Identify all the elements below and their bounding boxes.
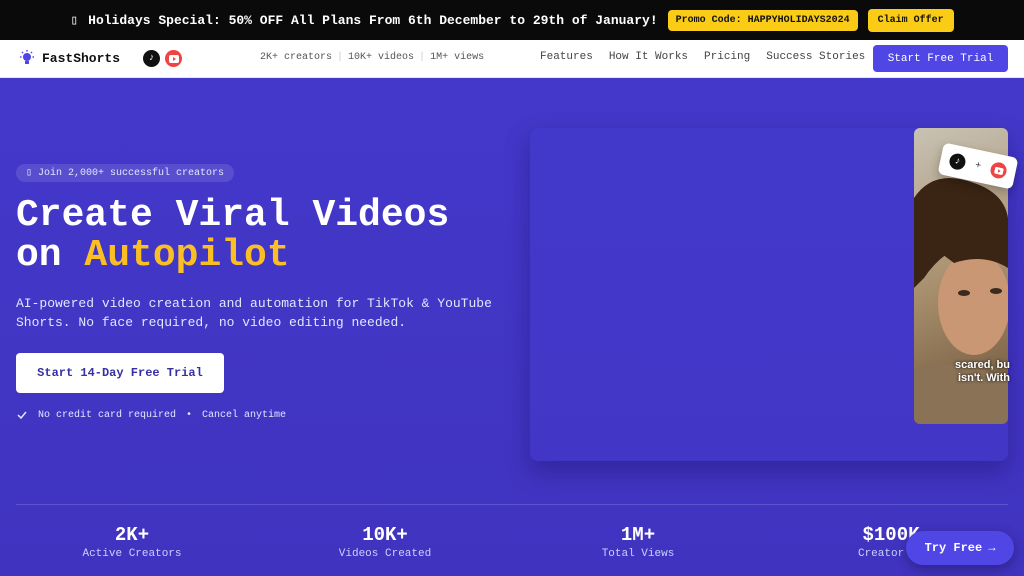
- hero-title-accent: Autopilot: [84, 234, 290, 277]
- stat-videos: 10K+ Videos Created: [269, 524, 501, 560]
- hero-section: ▯ Join 2,000+ successful creators Create…: [0, 78, 1024, 576]
- platform-icons: ♪: [143, 50, 182, 67]
- trial-meta: No credit card required • Cancel anytime: [16, 409, 286, 421]
- nav-links: Features How It Works Pricing Success St…: [540, 51, 865, 63]
- stat-label: Active Creators: [82, 548, 182, 560]
- stat-creators: 2K+ Active Creators: [16, 524, 248, 560]
- video-caption: scared, bu isn't. With: [944, 359, 1010, 385]
- nav-link-features[interactable]: Features: [540, 51, 593, 63]
- stat-value: 1M+: [620, 524, 656, 546]
- hero-subtitle: AI-powered video creation and automation…: [16, 296, 492, 330]
- try-free-button[interactable]: Try Free →: [906, 531, 1014, 565]
- plus-sign: +: [973, 159, 983, 173]
- youtube-icon: [165, 50, 182, 67]
- badge-text: Join 2,000+ successful creators: [38, 167, 225, 179]
- bulb-logo-icon: [20, 50, 34, 64]
- cancel-anytime-text: Cancel anytime: [202, 409, 287, 421]
- stat-value: 10K+: [362, 524, 408, 546]
- nav-stat-videos: 10K+ videos: [348, 52, 415, 63]
- meta-separator: •: [186, 409, 193, 421]
- caption-line2: isn't. With: [957, 372, 1010, 384]
- hero-title: Create Viral Videos on Autopilot: [16, 196, 516, 276]
- nav-link-how-it-works[interactable]: How It Works: [609, 51, 688, 63]
- brand-name: FastShorts: [42, 50, 121, 66]
- start-trial-button[interactable]: Start 14-Day Free Trial: [16, 353, 224, 393]
- caption-line1: scared, bu: [954, 359, 1010, 371]
- hero-title-line1: Create Viral Videos: [16, 194, 450, 237]
- nav-stat-views: 1M+ views: [430, 52, 485, 63]
- stat-views: 1M+ Total Views: [522, 524, 754, 560]
- hero-title-prefix: on: [16, 234, 85, 277]
- start-free-trial-button[interactable]: Start Free Trial: [873, 45, 1008, 72]
- promo-code-badge: Promo Code: HAPPYHOLIDAYS2024: [667, 9, 858, 31]
- youtube-icon: [989, 160, 1009, 180]
- tiktok-icon: ♪: [143, 50, 160, 67]
- stat-label: Videos Created: [338, 548, 432, 560]
- promo-text: Holidays Special: 50% OFF All Plans From…: [88, 12, 658, 28]
- claim-offer-button[interactable]: Claim Offer: [867, 8, 954, 32]
- creators-badge: ▯ Join 2,000+ successful creators: [16, 164, 235, 182]
- stat-label: Total Views: [601, 548, 675, 560]
- nav-link-pricing[interactable]: Pricing: [704, 51, 750, 63]
- check-icon: [17, 411, 27, 420]
- no-card-text: No credit card required: [38, 409, 177, 421]
- tiktok-icon: ♪: [947, 152, 967, 172]
- try-free-label: Try Free: [924, 541, 983, 555]
- nav-stats: 2K+ creators | 10K+ videos | 1M+ views: [260, 52, 485, 63]
- promo-banner: ▯ Holidays Special: 50% OFF All Plans Fr…: [0, 0, 1024, 40]
- star-icon: ▯: [26, 168, 33, 179]
- arrow-right-icon: →: [988, 541, 996, 555]
- brand-logo[interactable]: FastShorts: [18, 49, 120, 67]
- nav-stat-creators: 2K+ creators: [260, 52, 333, 63]
- stat-value: 2K+: [114, 524, 150, 546]
- gift-icon: ▯: [70, 12, 79, 28]
- stats-divider: [16, 504, 1008, 505]
- top-navigation: FastShorts ♪ 2K+ creators | 10K+ videos …: [0, 40, 1024, 78]
- nav-link-success-stories[interactable]: Success Stories: [766, 51, 865, 63]
